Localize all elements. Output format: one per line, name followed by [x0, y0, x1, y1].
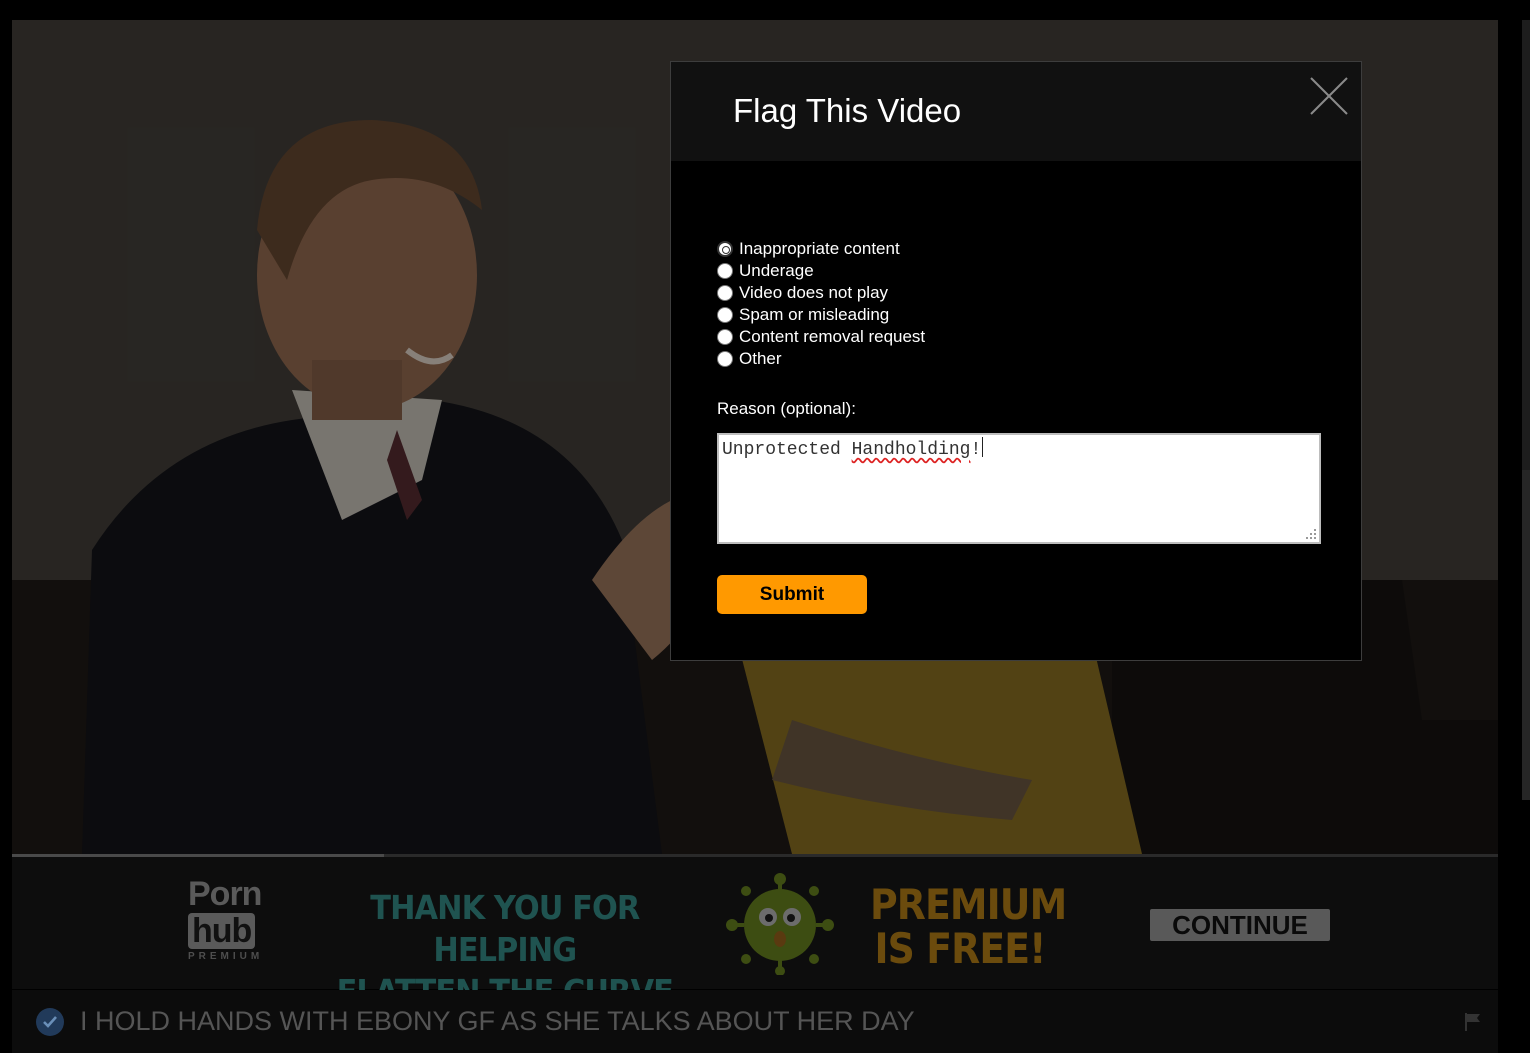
option-label: Inappropriate content [739, 239, 900, 258]
radio-button[interactable] [717, 351, 733, 367]
promo-banner[interactable]: Porn hub PREMIUM THANK YOU FOR HELPING F… [12, 857, 1498, 1011]
text-caret [982, 437, 984, 457]
submit-button[interactable]: Submit [717, 575, 867, 614]
continue-button[interactable]: CONTINUE [1150, 909, 1330, 941]
close-icon[interactable] [1309, 76, 1349, 116]
promo-line2: IS FREE! [874, 924, 1046, 973]
option-label: Content removal request [739, 327, 926, 346]
flag-reason-options: Inappropriate content Underage Video doe… [717, 238, 925, 370]
option-video-does-not-play[interactable]: Video does not play [717, 282, 925, 304]
option-underage[interactable]: Underage [717, 260, 925, 282]
option-label: Video does not play [739, 283, 889, 302]
radio-button[interactable] [717, 263, 733, 279]
option-inappropriate-content[interactable]: Inappropriate content [717, 238, 925, 260]
option-label: Underage [739, 261, 814, 280]
option-content-removal-request[interactable]: Content removal request [717, 326, 925, 348]
reason-text-misspelled: Handholding [851, 440, 971, 460]
verified-check-icon [36, 1008, 64, 1036]
radio-button[interactable] [717, 307, 733, 323]
virus-mascot-icon [726, 873, 834, 975]
promo-text: PREMIUM IS FREE! [870, 880, 1067, 973]
scrollbar-thumb[interactable] [1522, 470, 1530, 800]
radio-button[interactable] [717, 285, 733, 301]
reason-text-part2: ! [970, 440, 982, 460]
radio-button[interactable] [717, 241, 733, 257]
resize-grip-icon[interactable] [1306, 529, 1316, 539]
premium-logo: Porn hub PREMIUM [188, 877, 270, 962]
flag-video-modal: Flag This Video Inappropriate content Un… [670, 61, 1362, 661]
promo-line1: PREMIUM [870, 880, 1067, 929]
option-other[interactable]: Other [717, 348, 925, 370]
reason-label: Reason (optional): [717, 399, 856, 418]
option-label: Spam or misleading [739, 305, 890, 324]
logo-top-text: Porn [188, 875, 262, 913]
modal-header: Flag This Video [671, 62, 1361, 161]
option-label: Other [739, 349, 782, 368]
reason-text-part1: Unprotected [722, 440, 852, 460]
video-title: I HOLD HANDS WITH EBONY GF AS SHE TALKS … [80, 1006, 915, 1036]
video-title-bar: I HOLD HANDS WITH EBONY GF AS SHE TALKS … [12, 990, 1498, 1053]
reason-textarea[interactable]: Unprotected Handholding! [717, 433, 1321, 544]
logo-sub-text: PREMIUM [188, 951, 264, 962]
logo-bottom-text: hub [188, 913, 256, 949]
reason-text: Unprotected Handholding! [722, 440, 981, 460]
radio-button[interactable] [717, 329, 733, 345]
flag-icon[interactable] [1464, 1012, 1482, 1032]
modal-title: Flag This Video [733, 92, 962, 129]
banner-message-line1: THANK YOU FOR HELPING [370, 888, 640, 969]
option-spam-or-misleading[interactable]: Spam or misleading [717, 304, 925, 326]
